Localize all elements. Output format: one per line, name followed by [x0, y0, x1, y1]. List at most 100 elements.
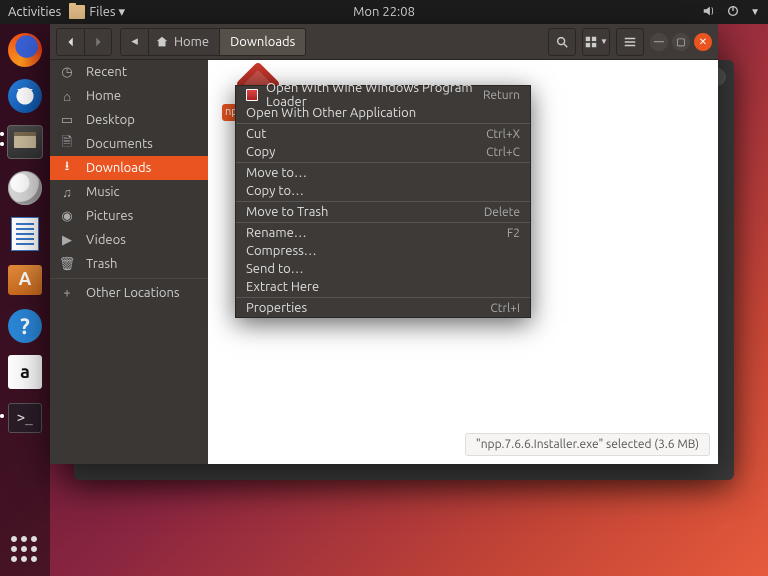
- ctx-copy[interactable]: Copy Ctrl+C: [236, 143, 530, 161]
- wine-icon: [246, 89, 258, 101]
- desktop-icon: ▭: [60, 113, 74, 128]
- gnome-topbar: Activities Files ▾ Mon 22:08 ▼: [0, 0, 768, 24]
- ctx-open-with-other[interactable]: Open With Other Application: [236, 104, 530, 122]
- ctx-send-to[interactable]: Send to…: [236, 260, 530, 278]
- minimize-button[interactable]: —: [650, 33, 668, 51]
- path-start-button[interactable]: ◂: [120, 28, 148, 56]
- ctx-shortcut: Ctrl+C: [486, 146, 520, 159]
- clock-icon: ◷: [60, 65, 74, 80]
- separator: [236, 297, 530, 298]
- terminal-icon: >_: [8, 403, 42, 433]
- home-icon: ⌂: [60, 89, 74, 104]
- show-applications-button[interactable]: [11, 536, 39, 564]
- separator: [236, 201, 530, 202]
- hamburger-menu-button[interactable]: [616, 28, 644, 56]
- activities-button[interactable]: Activities: [8, 5, 61, 19]
- chevron-down-icon[interactable]: ▼: [750, 6, 760, 18]
- dock-thunderbird[interactable]: [5, 76, 45, 116]
- dock-software[interactable]: [5, 260, 45, 300]
- sidebar-item-trash[interactable]: 🗑 Trash: [50, 252, 208, 276]
- camera-icon: ◉: [60, 209, 74, 224]
- dock-firefox[interactable]: [5, 30, 45, 70]
- back-button[interactable]: [56, 28, 84, 56]
- sidebar-item-other-locations[interactable]: + Other Locations: [50, 281, 208, 305]
- search-button[interactable]: [548, 28, 576, 56]
- ctx-shortcut: F2: [507, 227, 520, 240]
- thunderbird-icon: [8, 79, 42, 113]
- software-icon: [8, 265, 42, 295]
- ctx-move-to-trash[interactable]: Move to Trash Delete: [236, 203, 530, 221]
- sidebar-item-label: Downloads: [86, 161, 151, 175]
- trash-icon: 🗑: [60, 257, 74, 272]
- launcher-dock: ? a >_: [0, 24, 50, 576]
- path-current-button[interactable]: Downloads: [219, 28, 306, 56]
- ctx-shortcut: Ctrl+X: [486, 128, 520, 141]
- view-toggle-button[interactable]: ▼: [582, 28, 610, 56]
- hamburger-icon: [623, 35, 637, 49]
- separator: [236, 222, 530, 223]
- ctx-label: Copy: [246, 145, 275, 159]
- sidebar-item-home[interactable]: ⌂Home: [50, 84, 208, 108]
- window-controls: — ▢ ✕: [650, 33, 712, 51]
- sidebar-item-recent[interactable]: ◷ Recent: [50, 60, 208, 84]
- grid-view-icon: [584, 35, 598, 49]
- dock-help[interactable]: ?: [5, 306, 45, 346]
- ctx-label: Compress…: [246, 244, 317, 258]
- amazon-icon: a: [8, 355, 42, 389]
- ctx-extract-here[interactable]: Extract Here: [236, 278, 530, 296]
- clock[interactable]: Mon 22:08: [353, 5, 415, 19]
- separator: [50, 278, 208, 279]
- dock-files[interactable]: [5, 122, 45, 162]
- sidebar-item-documents[interactable]: 🗎 Documents: [50, 132, 208, 156]
- sidebar-item-videos[interactable]: ▶ Videos: [50, 228, 208, 252]
- ctx-shortcut: Delete: [484, 206, 520, 219]
- volume-icon[interactable]: [702, 4, 716, 21]
- app-menu-files[interactable]: Files ▾: [69, 5, 125, 20]
- ctx-rename[interactable]: Rename…F2: [236, 224, 530, 242]
- document-icon: 🗎: [60, 133, 74, 155]
- forward-button[interactable]: [84, 28, 112, 56]
- sidebar-item-label: Videos: [86, 233, 126, 247]
- places-sidebar: ◷ Recent ⌂Home ▭ Desktop 🗎 Documents ⭳Downl…: [50, 60, 208, 464]
- path-bar: ◂ Home Downloads: [120, 28, 306, 56]
- ctx-move-to[interactable]: Move to…: [236, 164, 530, 182]
- dock-writer[interactable]: [5, 214, 45, 254]
- search-icon: [555, 35, 569, 49]
- sidebar-item-label: Desktop: [86, 113, 135, 127]
- ctx-label: Open With Wine Windows Program Loader: [266, 81, 475, 109]
- home-icon: [155, 35, 169, 49]
- close-button[interactable]: ✕: [694, 33, 712, 51]
- rhythmbox-icon: [8, 171, 42, 205]
- help-icon: ?: [8, 309, 42, 343]
- plus-icon: +: [60, 286, 74, 300]
- path-home-button[interactable]: Home: [148, 28, 219, 56]
- maximize-button[interactable]: ▢: [672, 33, 690, 51]
- ctx-open-with-wine[interactable]: Open With Wine Windows Program Loader Re…: [236, 86, 530, 104]
- sidebar-item-label: Pictures: [86, 209, 133, 223]
- ctx-shortcut: Ctrl+I: [490, 302, 520, 315]
- dock-terminal[interactable]: >_: [5, 398, 45, 438]
- sidebar-item-pictures[interactable]: ◉ Pictures: [50, 204, 208, 228]
- ctx-copy-to[interactable]: Copy to…: [236, 182, 530, 200]
- ctx-label: Properties: [246, 301, 307, 315]
- sidebar-item-label: Trash: [86, 257, 117, 271]
- video-icon: ▶: [60, 233, 74, 248]
- power-icon[interactable]: [726, 4, 740, 21]
- headerbar: ◂ Home Downloads ▼ — ▢ ✕: [50, 24, 718, 60]
- ctx-properties[interactable]: Properties Ctrl+I: [236, 299, 530, 317]
- music-icon: ♫: [60, 185, 74, 200]
- sidebar-item-downloads[interactable]: ⭳Downloads: [50, 156, 208, 180]
- ctx-cut[interactable]: CutCtrl+X: [236, 125, 530, 143]
- sidebar-item-desktop[interactable]: ▭ Desktop: [50, 108, 208, 132]
- ctx-label: Move to Trash: [246, 205, 328, 219]
- document-icon: [11, 217, 39, 251]
- ctx-label: Copy to…: [246, 184, 304, 198]
- sidebar-item-label: Documents: [86, 137, 153, 151]
- dock-rhythmbox[interactable]: [5, 168, 45, 208]
- sidebar-item-label: Other Locations: [86, 286, 180, 300]
- dock-amazon[interactable]: a: [5, 352, 45, 392]
- ctx-compress[interactable]: Compress…: [236, 242, 530, 260]
- ctx-label: Move to…: [246, 166, 307, 180]
- sidebar-item-label: Recent: [86, 65, 127, 79]
- sidebar-item-music[interactable]: ♫Music: [50, 180, 208, 204]
